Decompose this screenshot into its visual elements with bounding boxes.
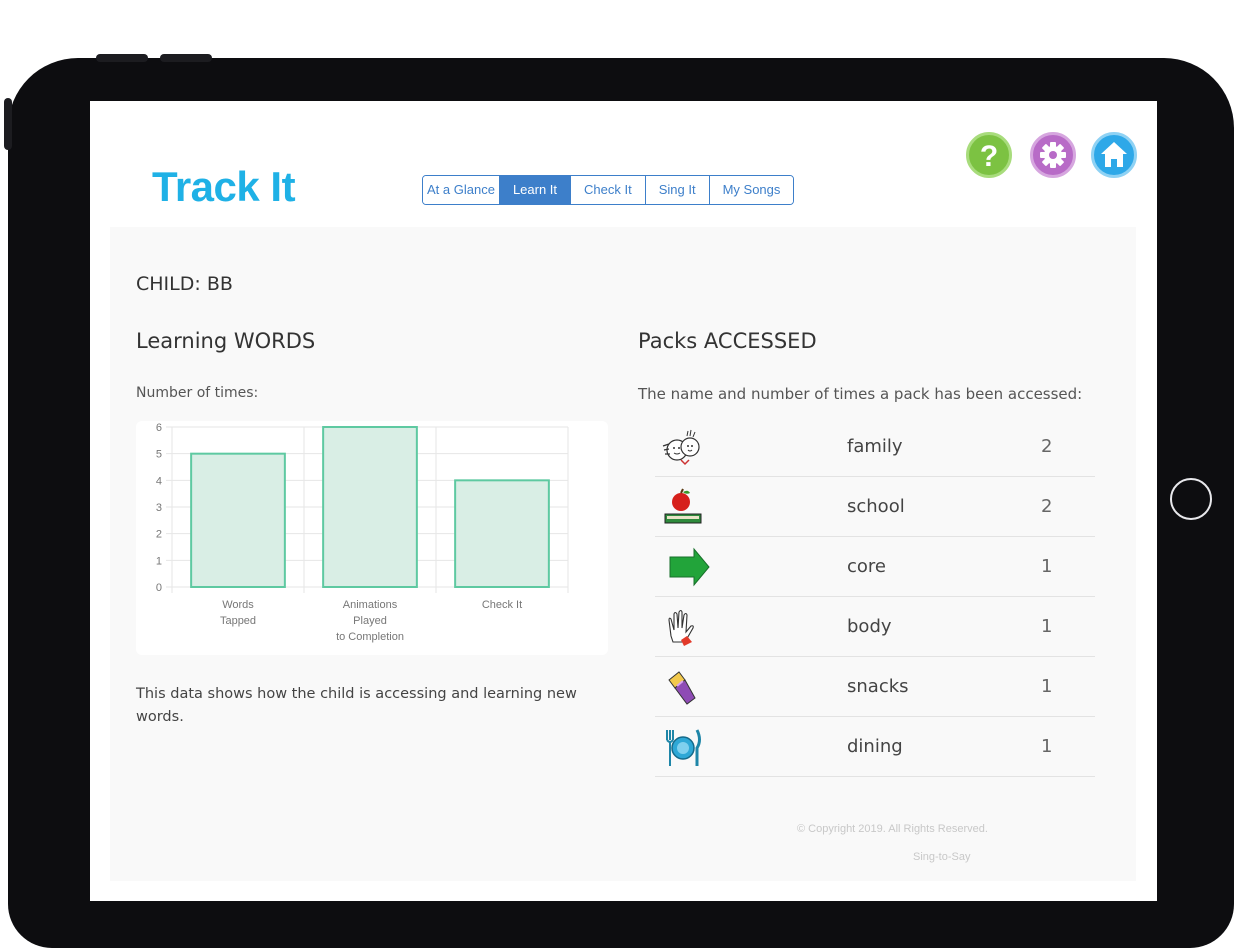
app-title: Track It: [152, 163, 296, 210]
learning-description: This data shows how the child is accessi…: [136, 686, 577, 725]
y-tick-label: 4: [156, 475, 162, 487]
pack-row-family[interactable]: family 2: [655, 417, 1095, 477]
settings-button[interactable]: [1030, 132, 1076, 178]
child-label-prefix: CHILD:: [136, 273, 207, 295]
home-button[interactable]: [1091, 132, 1137, 178]
y-tick-label: 0: [156, 582, 162, 594]
pack-name: family: [847, 436, 903, 457]
dining-icon: [666, 729, 701, 766]
tab-at-a-glance[interactable]: At a Glance: [423, 176, 500, 204]
pack-name: dining: [847, 736, 903, 757]
brand-text: Sing-to-Say: [913, 851, 971, 863]
app-screen: Track It At a Glance Learn It Check It S…: [90, 101, 1157, 901]
pack-name: body: [847, 616, 892, 637]
tab-check-it[interactable]: Check It: [571, 176, 646, 204]
x-category-label: Played: [353, 615, 387, 627]
y-tick-label: 6: [156, 422, 162, 434]
bar: [454, 479, 550, 588]
pack-name: core: [847, 556, 886, 577]
content-panel: CHILD: BB Learning WORDS Number of times…: [110, 227, 1136, 881]
packs-subtitle: The name and number of times a pack has …: [638, 385, 1083, 403]
svg-text:?: ?: [980, 140, 998, 173]
learning-words-title: Learning WORDS: [136, 329, 315, 353]
bar-chart-svg: 0 1 2 3 4 5 6 Words Tapped Animations Played to Com…: [156, 422, 569, 643]
tablet-power-button: [4, 98, 12, 150]
home-icon: [1101, 142, 1127, 167]
tablet-home-button[interactable]: [1170, 478, 1212, 520]
body-hand-icon: [668, 609, 694, 646]
learning-title-light: Learning: [136, 329, 234, 353]
pack-row-snacks[interactable]: snacks 1: [655, 657, 1095, 717]
learning-bar-chart: 0 1 2 3 4 5 6 Words Tapped Animations Played to Com…: [136, 421, 608, 655]
pack-row-core[interactable]: core 1: [655, 537, 1095, 597]
family-icon: [662, 429, 700, 466]
x-category-label: Animations: [343, 599, 398, 611]
x-category-label: Tapped: [220, 615, 256, 627]
pack-name: snacks: [847, 676, 909, 697]
x-category-label: Words: [222, 599, 254, 611]
pack-row-school[interactable]: school 2: [655, 477, 1095, 537]
y-tick-label: 2: [156, 529, 162, 541]
pack-count: 1: [1041, 736, 1053, 757]
tablet-volume-button: [96, 54, 148, 62]
pack-count: 2: [1041, 436, 1053, 457]
pack-count: 1: [1041, 676, 1053, 697]
child-label: CHILD: BB: [136, 273, 233, 295]
x-category-label: to Completion: [336, 631, 404, 643]
core-arrow-icon: [669, 547, 710, 587]
help-icon: ?: [980, 140, 998, 173]
pack-name: school: [847, 496, 905, 517]
child-name: BB: [206, 273, 233, 295]
pack-count: 2: [1041, 496, 1053, 517]
packs-title-light: Packs: [638, 329, 704, 353]
tablet-volume-button: [160, 54, 212, 62]
copyright-text: © Copyright 2019. All Rights Reserved.: [797, 823, 988, 835]
y-tick-label: 5: [156, 449, 162, 461]
pack-count: 1: [1041, 616, 1053, 637]
tab-my-songs[interactable]: My Songs: [709, 176, 794, 204]
tab-bar: At a Glance Learn It Check It Sing It My…: [422, 175, 795, 205]
bar: [322, 426, 418, 588]
pack-count: 1: [1041, 556, 1053, 577]
tab-learn-it[interactable]: Learn It: [499, 176, 572, 204]
school-icon: [664, 488, 702, 524]
packs-accessed-title: Packs ACCESSED: [638, 329, 817, 353]
bar: [190, 452, 286, 588]
tab-sing-it[interactable]: Sing It: [645, 176, 710, 204]
help-button[interactable]: ?: [966, 132, 1012, 178]
packs-title-bold: ACCESSED: [703, 329, 817, 353]
y-tick-label: 3: [156, 502, 162, 514]
snacks-icon: [668, 671, 696, 705]
learning-title-bold: WORDS: [233, 329, 316, 353]
pack-row-body[interactable]: body 1: [655, 597, 1095, 657]
learning-subtitle: Number of times:: [136, 385, 259, 401]
pack-row-dining[interactable]: dining 1: [655, 717, 1095, 777]
settings-icon: [1040, 142, 1066, 168]
y-tick-label: 1: [156, 555, 162, 567]
x-category-label: Check It: [482, 599, 522, 611]
